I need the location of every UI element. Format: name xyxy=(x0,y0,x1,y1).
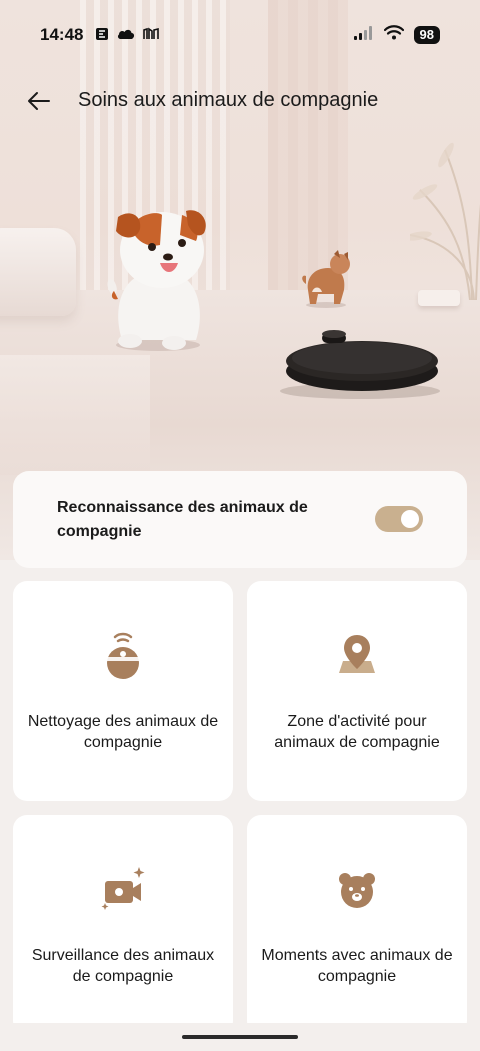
news-app-icon xyxy=(95,27,109,44)
home-indicator[interactable] xyxy=(182,1035,298,1039)
signal-icon xyxy=(353,25,374,45)
pet-recognition-toggle[interactable] xyxy=(375,506,423,532)
feature-label: Surveillance des animaux de compagnie xyxy=(31,947,215,985)
dog-illustration xyxy=(107,210,206,351)
battery-indicator: 98 xyxy=(413,26,440,44)
arrow-left-icon xyxy=(28,92,50,110)
robot-vacuum-illustration xyxy=(280,330,440,399)
step-decoration xyxy=(0,355,150,475)
small-dog-illustration xyxy=(302,250,350,308)
gesture-bar xyxy=(0,1023,480,1051)
status-bar: 14:48 98 xyxy=(0,0,480,70)
feature-label: Moments avec animaux de compagnie xyxy=(261,947,453,985)
feature-label: Nettoyage des animaux de compagnie xyxy=(27,713,219,751)
feature-card-pet-moments[interactable]: Moments avec animaux de compagnie xyxy=(247,815,467,1035)
video-camera-icon xyxy=(99,865,147,913)
pouf-decoration xyxy=(0,228,76,316)
pet-face-icon xyxy=(337,865,377,913)
feature-card-activity-zone[interactable]: Zone d'activité pour animaux de compagni… xyxy=(247,581,467,801)
toggle-knob xyxy=(401,510,419,528)
status-time: 14:48 xyxy=(40,25,84,44)
page-title: Soins aux animaux de compagnie xyxy=(78,89,379,111)
cloud-icon xyxy=(117,28,135,43)
header: Soins aux animaux de compagnie xyxy=(0,78,480,124)
newspaper-icon xyxy=(143,27,160,44)
back-button[interactable] xyxy=(24,86,54,116)
robot-vacuum-icon xyxy=(103,631,143,679)
feature-label: Zone d'activité pour animaux de compagni… xyxy=(274,713,440,751)
plant-decoration xyxy=(410,142,480,300)
pet-recognition-label: Reconnaissance des animaux de compagnie xyxy=(57,499,308,540)
wifi-icon xyxy=(383,25,404,45)
pet-recognition-card: Reconnaissance des animaux de compagnie xyxy=(13,471,467,568)
feature-card-pet-monitoring[interactable]: Surveillance des animaux de compagnie xyxy=(13,815,233,1035)
map-pin-icon xyxy=(337,631,377,679)
feature-card-pet-cleaning[interactable]: Nettoyage des animaux de compagnie xyxy=(13,581,233,801)
